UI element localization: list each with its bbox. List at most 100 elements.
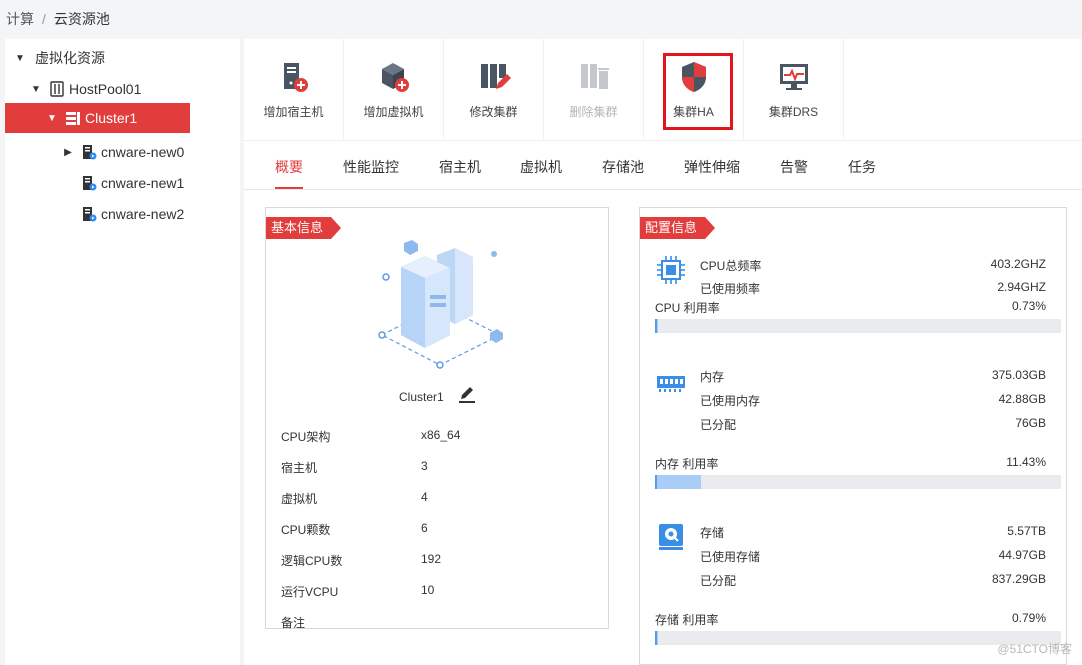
caret-right-icon[interactable]: ▶ (61, 147, 75, 158)
cluster-drs-button[interactable]: 集群DRS (744, 39, 844, 141)
caret-down-icon[interactable]: ▼ (29, 84, 43, 95)
storage-used-label: 已使用存储 (700, 550, 761, 564)
config-info-panel: 配置信息 CPU总频率 403.2GHZ 已使用频率 2.94GHZ CPU 利… (639, 207, 1067, 665)
basic-info-title: 基本信息 (266, 217, 341, 239)
toolbar: 增加宿主机 增加虚拟机 修改集群 删除集群 集群HA 集群DRS (244, 39, 1082, 141)
cpu-usage-bar (655, 319, 1061, 333)
tree-node-cluster[interactable]: ▼ Cluster1 (5, 103, 190, 133)
edit-cluster-button[interactable]: 修改集群 (444, 39, 544, 141)
info-row-logical-cpus: 逻辑CPU数 192 (281, 552, 441, 569)
breadcrumb-current: 云资源池 (53, 11, 110, 27)
tab-vms[interactable]: 虚拟机 (520, 157, 562, 187)
storage-usage-fill (655, 631, 659, 645)
info-label: 宿主机 (281, 461, 318, 475)
tab-bar: 概要 性能监控 宿主机 虚拟机 存储池 弹性伸缩 告警 任务 (244, 142, 1082, 190)
memory-usage-fill (655, 475, 702, 489)
resource-tree: ▼ 虚拟化资源 ▼ HostPool01 ▼ Cluster1 ▶ cnware… (5, 39, 240, 665)
tree-node-label: cnware-new2 (101, 206, 185, 222)
tree-node-host-2[interactable]: cnware-new2 (75, 199, 184, 229)
info-label: CPU架构 (281, 430, 331, 444)
info-label: 虚拟机 (281, 492, 318, 506)
tree-node-virtualization-resources[interactable]: ▼ 虚拟化资源 (13, 43, 105, 73)
memory-icon (657, 376, 685, 392)
memory-usage-label: 内存 利用率 (655, 457, 719, 471)
tab-elastic-scaling[interactable]: 弹性伸缩 (684, 157, 740, 187)
watermark: @51CTO博客 (997, 642, 1072, 656)
storage-usage-value: 0.79% (1011, 611, 1046, 625)
add-host-icon (283, 63, 308, 92)
cpu-usage-value: 0.73% (1011, 299, 1046, 313)
memory-usage-value: 11.43% (1006, 455, 1046, 469)
cluster-ha-button[interactable]: 集群HA (644, 39, 744, 141)
config-info-title: 配置信息 (640, 217, 715, 239)
tab-overview[interactable]: 概要 (275, 157, 303, 189)
cpu-total-label: CPU总频率 (700, 259, 762, 273)
delete-cluster-icon (580, 64, 609, 89)
info-value: 10 (421, 583, 435, 597)
hostpool-icon (49, 81, 65, 97)
cpu-usage-label: CPU 利用率 (655, 301, 720, 315)
memory-total-value: 375.03GB (991, 368, 1046, 382)
tool-label: 集群HA (673, 105, 714, 119)
tree-node-label: cnware-new1 (101, 175, 185, 191)
cpu-icon (657, 256, 685, 284)
tree-node-label: Cluster1 (85, 110, 138, 126)
breadcrumb: 计算 / 云资源池 (0, 0, 1082, 38)
info-value: 4 (421, 490, 428, 504)
info-value: x86_64 (421, 428, 461, 442)
breadcrumb-root[interactable]: 计算 (6, 9, 34, 29)
info-row-cpu-arch: CPU架构 x86_64 (281, 428, 460, 445)
host-icon (81, 175, 97, 191)
tool-label: 删除集群 (569, 105, 618, 119)
info-value: 6 (421, 521, 428, 535)
info-label: 运行VCPU (281, 585, 339, 599)
host-icon (81, 206, 97, 222)
delete-cluster-button[interactable]: 删除集群 (544, 39, 644, 141)
caret-down-icon[interactable]: ▼ (13, 53, 27, 64)
host-icon (81, 144, 97, 160)
memory-alloc-value: 76GB (1015, 416, 1046, 430)
info-value: 192 (421, 552, 442, 566)
memory-total-label: 内存 (700, 370, 725, 384)
add-vm-button[interactable]: 增加虚拟机 (344, 39, 444, 141)
add-host-button[interactable]: 增加宿主机 (244, 39, 344, 141)
info-label: 备注 (281, 616, 306, 630)
tool-label: 增加虚拟机 (363, 105, 424, 119)
info-value: 3 (421, 459, 428, 473)
shield-icon (681, 62, 706, 92)
tab-storage-pool[interactable]: 存储池 (602, 157, 644, 187)
memory-usage-bar (655, 475, 1061, 489)
tab-performance[interactable]: 性能监控 (343, 157, 399, 187)
monitor-icon (779, 64, 808, 90)
info-label: 逻辑CPU数 (281, 554, 343, 568)
info-row-vms: 虚拟机 4 (281, 490, 428, 507)
tree-node-label: HostPool01 (69, 81, 142, 97)
cluster-illustration (378, 240, 503, 369)
storage-total-label: 存储 (700, 526, 725, 540)
cpu-usage-fill (655, 319, 658, 333)
add-vm-icon (381, 63, 409, 92)
tab-alarms[interactable]: 告警 (780, 157, 808, 187)
tool-label: 集群DRS (768, 105, 819, 119)
tree-node-label: cnware-new0 (101, 144, 185, 160)
tab-hosts[interactable]: 宿主机 (439, 157, 481, 187)
tree-node-host-0[interactable]: ▶ cnware-new0 (61, 137, 184, 167)
edit-cluster-icon (480, 64, 511, 89)
cpu-used-value: 2.94GHZ (997, 280, 1046, 294)
memory-alloc-label: 已分配 (700, 418, 737, 432)
cluster-icon (65, 110, 81, 126)
edit-icon[interactable] (457, 385, 477, 405)
tree-node-host-1[interactable]: cnware-new1 (75, 168, 184, 198)
info-row-running-vcpu: 运行VCPU 10 (281, 583, 434, 600)
caret-down-icon[interactable]: ▼ (45, 113, 59, 124)
storage-alloc-label: 已分配 (700, 574, 737, 588)
info-row-cpu-sockets: CPU颗数 6 (281, 521, 428, 538)
tab-tasks[interactable]: 任务 (848, 157, 876, 187)
info-row-hosts: 宿主机 3 (281, 459, 428, 476)
tool-label: 修改集群 (469, 105, 518, 119)
storage-usage-label: 存储 利用率 (655, 613, 719, 627)
storage-used-value: 44.97GB (998, 548, 1046, 562)
cpu-used-label: 已使用频率 (700, 282, 761, 296)
tree-node-hostpool[interactable]: ▼ HostPool01 (29, 74, 141, 104)
basic-info-panel: 基本信息 Cluster1 CPU架构 x86_64 宿主机 3 虚拟机 4 CPU颗… (265, 207, 609, 630)
